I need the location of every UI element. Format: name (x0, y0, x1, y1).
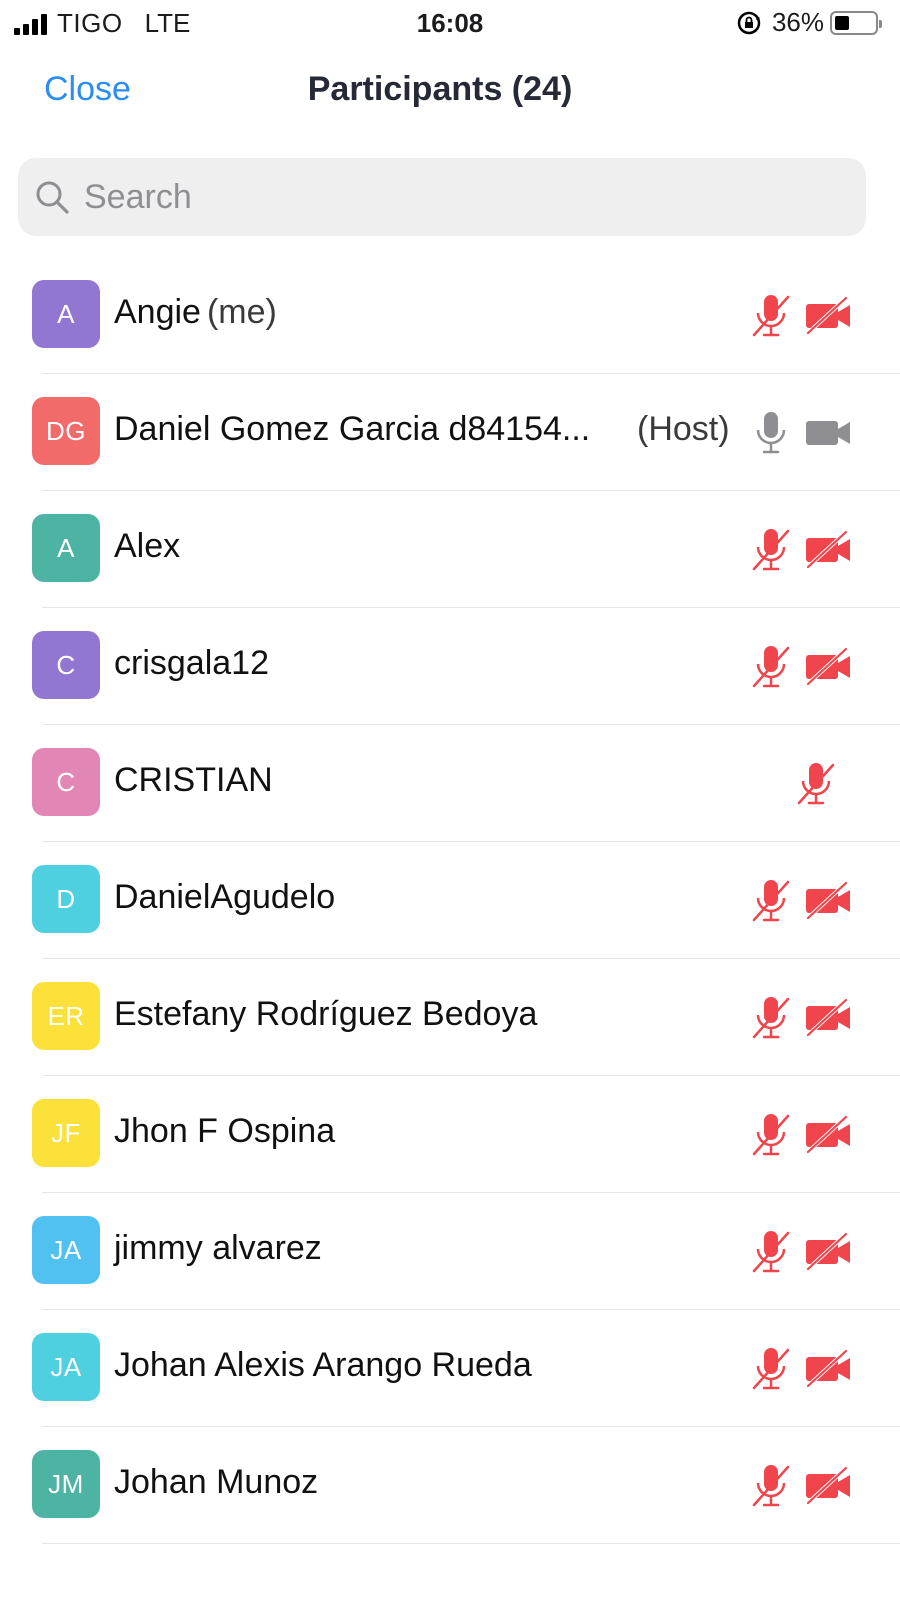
participant-name: Jhon F Ospina (114, 1112, 335, 1151)
me-tag: (me) (206, 293, 277, 331)
search-input[interactable] (84, 177, 784, 217)
mic-muted-icon[interactable] (750, 1346, 792, 1392)
mic-muted-icon[interactable] (750, 644, 792, 690)
avatar: A (32, 280, 100, 348)
mic-muted-icon[interactable] (750, 1229, 792, 1275)
participant-row[interactable]: A Alex (0, 491, 900, 608)
participant-row[interactable]: C CRISTIAN (0, 725, 900, 842)
participant-name: Alex (114, 527, 180, 566)
video-off-icon[interactable] (804, 880, 852, 922)
search-icon (36, 181, 69, 214)
rotation-lock-icon (737, 11, 761, 34)
video-off-icon[interactable] (804, 295, 852, 337)
mic-muted-icon[interactable] (750, 293, 792, 339)
status-right: 36% (736, 7, 882, 38)
participant-row[interactable]: DG Daniel Gomez Garcia d84154... (Host) (0, 374, 900, 491)
host-tag: (Host) (637, 410, 730, 448)
participant-name: Johan Alexis Arango Rueda (114, 1346, 532, 1385)
battery-percent: 36% (771, 7, 824, 37)
avatar: JA (32, 1216, 100, 1284)
participant-row[interactable]: JA Johan Alexis Arango Rueda (0, 1310, 900, 1427)
participant-name: crisgala12 (114, 644, 269, 683)
participant-name-text: Alex (114, 527, 181, 565)
avatar: JM (32, 1450, 100, 1518)
video-off-icon[interactable] (804, 997, 852, 1039)
participant-row[interactable]: D DanielAgudelo (0, 842, 900, 959)
participant-name-text: Estefany Rodríguez Bedoya (114, 995, 538, 1033)
page-title: Participants (24) (307, 70, 573, 108)
video-off-icon[interactable] (804, 646, 852, 688)
video-off-icon[interactable] (804, 1114, 852, 1156)
participant-name-text: CRISTIAN (114, 761, 273, 799)
avatar: D (32, 865, 100, 933)
participant-name: Johan Munoz (114, 1463, 318, 1502)
avatar: C (32, 631, 100, 699)
mic-muted-icon[interactable] (795, 761, 837, 807)
participant-row[interactable]: JM Johan Munoz (0, 1427, 900, 1544)
participant-name-text: jimmy alvarez (114, 1229, 322, 1267)
battery-fill (835, 15, 849, 30)
participant-name: DanielAgudelo (114, 878, 335, 917)
video-icon[interactable] (804, 412, 852, 454)
search-bar[interactable] (18, 158, 866, 236)
participant-row[interactable]: JA jimmy alvarez (0, 1193, 900, 1310)
participant-name: Estefany Rodríguez Bedoya (114, 995, 537, 1034)
participant-name-text: Daniel Gomez Garcia d84154... (114, 410, 591, 448)
participant-name-text: Jhon F Ospina (114, 1112, 336, 1150)
video-off-icon[interactable] (804, 1231, 852, 1273)
avatar: A (32, 514, 100, 582)
participant-name: Daniel Gomez Garcia d84154... (114, 410, 590, 449)
video-off-icon[interactable] (804, 529, 852, 571)
battery-cap (879, 19, 882, 28)
participant-name-text: crisgala12 (114, 644, 269, 682)
video-off-icon[interactable] (804, 1465, 852, 1507)
mic-icon[interactable] (750, 410, 792, 456)
mic-muted-icon[interactable] (750, 1463, 792, 1509)
mic-muted-icon[interactable] (750, 995, 792, 1041)
mic-muted-icon[interactable] (750, 878, 792, 924)
mic-muted-icon[interactable] (750, 1112, 792, 1158)
avatar: ER (32, 982, 100, 1050)
participant-name-text: Johan Munoz (114, 1463, 319, 1501)
participant-name-text: Johan Alexis Arango Rueda (114, 1346, 532, 1384)
avatar: DG (32, 397, 100, 465)
avatar: JF (32, 1099, 100, 1167)
participant-list: A Angie (me) DG Daniel Gomez Garcia d84154..… (0, 257, 900, 1544)
participant-row[interactable]: ER Estefany Rodríguez Bedoya (0, 959, 900, 1076)
battery-icon (830, 10, 882, 35)
status-bar: TIGO LTE 16:08 36% (0, 0, 900, 46)
participant-row[interactable]: Ccrisgala12 (0, 608, 900, 725)
header: Close Participants (24) (0, 56, 900, 126)
participant-row[interactable]: A Angie (me) (0, 257, 900, 374)
video-off-icon[interactable] (804, 1348, 852, 1390)
participant-name: Angie (me) (114, 293, 277, 332)
participant-name: jimmy alvarez (114, 1229, 322, 1268)
avatar: C (32, 748, 100, 816)
participant-name: CRISTIAN (114, 761, 273, 800)
mic-muted-icon[interactable] (750, 527, 792, 573)
participant-row[interactable]: JF Jhon F Ospina (0, 1076, 900, 1193)
avatar: JA (32, 1333, 100, 1401)
participant-name-text: DanielAgudelo (114, 878, 336, 916)
participant-name-text: Angie (114, 293, 201, 331)
